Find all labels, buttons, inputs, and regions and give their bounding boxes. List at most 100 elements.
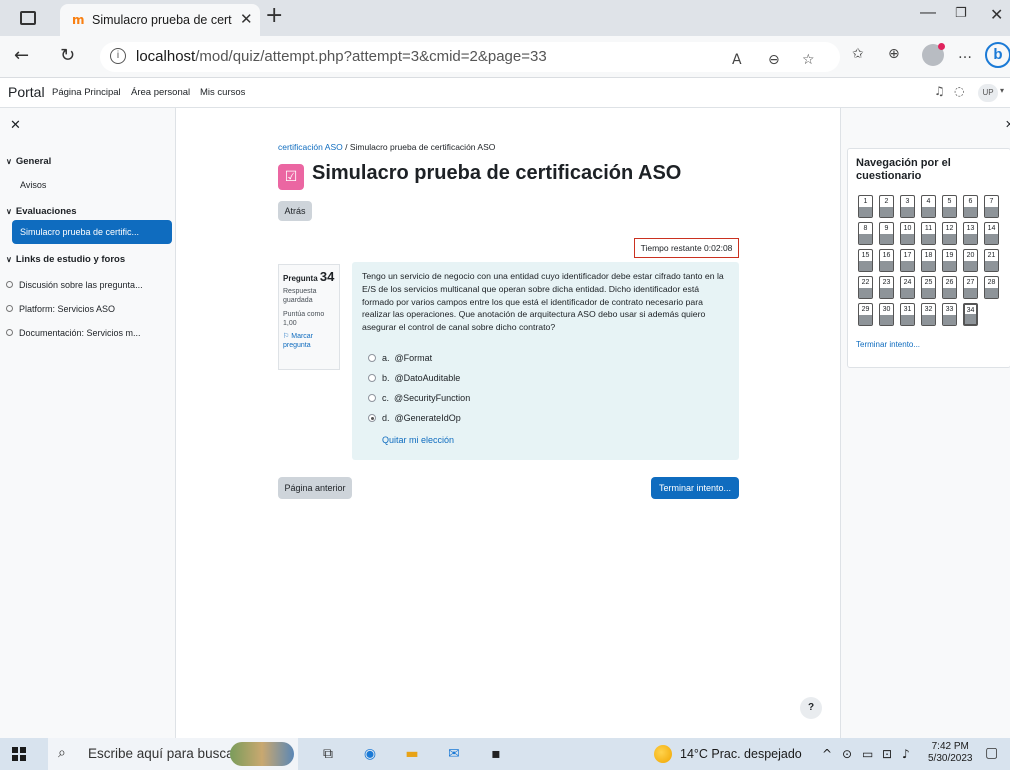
question-nav-button[interactable]: 2 [879,195,894,218]
question-nav-button[interactable]: 15 [858,249,873,272]
windows-start-icon[interactable] [12,747,26,761]
user-avatar[interactable]: UP [978,84,998,102]
question-nav-button[interactable]: 21 [984,249,999,272]
restore-icon[interactable]: ❐ [955,6,967,21]
question-nav-button[interactable]: 4 [921,195,936,218]
notifications-icon[interactable]: ♫ [934,84,945,98]
taskbar-search[interactable]: ⌕ Escribe aquí para buscar [48,738,298,770]
question-nav-button[interactable]: 23 [879,276,894,299]
task-view-icon[interactable]: ⧉ [318,745,338,763]
collections-icon[interactable]: ⊕ [888,46,900,62]
question-nav-button[interactable]: 29 [858,303,873,326]
file-explorer-icon[interactable]: ▬ [402,745,422,763]
info-icon[interactable]: i [110,48,126,64]
browser-tab[interactable]: m Simulacro prueba de certificación ✕ [60,4,260,36]
section-links[interactable]: ∨ Links de estudio y foros [6,254,125,265]
chevron-down-icon[interactable]: ▾ [1000,86,1004,95]
more-icon[interactable]: … [958,46,972,62]
site-brand[interactable]: Portal [8,84,45,100]
back-arrow-icon[interactable]: ← [14,45,29,66]
question-nav-button[interactable]: 28 [984,276,999,299]
close-icon[interactable]: ✕ [10,118,21,133]
weather-text[interactable]: 14°C Prac. despejado [680,747,802,761]
favorite-icon[interactable]: ☆ [802,52,815,68]
radio-button[interactable] [368,394,376,402]
question-nav-button[interactable]: 24 [900,276,915,299]
question-nav-button[interactable]: 33 [942,303,957,326]
answer-option-c[interactable]: c. @SecurityFunction [368,393,470,403]
messages-icon[interactable]: ◌ [954,84,964,98]
question-nav-button[interactable]: 20 [963,249,978,272]
nav-dashboard[interactable]: Área personal [131,87,190,98]
drawer-item-discusion[interactable]: Discusión sobre las pregunta... [6,280,143,290]
battery-icon[interactable]: ▭ [862,747,873,761]
question-nav-button[interactable]: 16 [879,249,894,272]
previous-page-button[interactable]: Página anterior [278,477,352,499]
question-nav-button[interactable]: 11 [921,222,936,245]
tab-actions-icon[interactable] [20,11,36,25]
question-nav-button[interactable]: 7 [984,195,999,218]
finish-attempt-button[interactable]: Terminar intento... [651,477,739,499]
radio-button[interactable] [368,354,376,362]
finish-attempt-link[interactable]: Terminar intento... [856,340,920,349]
flag-question-link[interactable]: ⚐ Marcar pregunta [283,332,335,350]
question-nav-button[interactable]: 10 [900,222,915,245]
question-nav-button[interactable]: 26 [942,276,957,299]
radio-button-selected[interactable] [368,414,376,422]
close-tab-icon[interactable]: ✕ [240,10,253,28]
nav-home[interactable]: Página Principal [52,87,121,98]
answer-option-a[interactable]: a. @Format [368,353,432,363]
read-aloud-icon[interactable]: A [732,52,742,68]
close-window-icon[interactable]: ✕ [990,5,1003,24]
tray-app-icon[interactable]: ⊙ [842,747,852,761]
question-nav-button[interactable]: 22 [858,276,873,299]
nav-my-courses[interactable]: Mis cursos [200,87,245,98]
question-nav-button[interactable]: 8 [858,222,873,245]
edge-icon[interactable]: ◉ [360,745,380,763]
question-nav-button[interactable]: 14 [984,222,999,245]
question-nav-button[interactable]: 9 [879,222,894,245]
question-nav-button[interactable]: 32 [921,303,936,326]
chevron-up-icon[interactable]: ^ [822,747,832,761]
answer-option-d[interactable]: d. @GenerateIdOp [368,413,461,423]
question-nav-button[interactable]: 3 [900,195,915,218]
question-nav-button[interactable]: 12 [942,222,957,245]
minimize-icon[interactable]: — [920,4,936,22]
question-nav-button[interactable]: 25 [921,276,936,299]
back-button[interactable]: Atrás [278,201,312,221]
section-general[interactable]: ∨ General [6,156,51,167]
notification-icon[interactable]: ▢ [985,745,998,761]
zoom-icon[interactable]: ⊖ [768,52,780,68]
question-nav-button[interactable]: 6 [963,195,978,218]
question-nav-button[interactable]: 18 [921,249,936,272]
answer-option-b[interactable]: b. @DatoAuditable [368,373,460,383]
question-nav-button[interactable]: 1 [858,195,873,218]
search-input[interactable]: Escribe aquí para buscar [88,746,238,761]
question-nav-button[interactable]: 5 [942,195,957,218]
refresh-icon[interactable]: ↻ [60,45,75,66]
drawer-item-documentacion[interactable]: Documentación: Servicios m... [6,328,141,338]
question-nav-button[interactable]: 13 [963,222,978,245]
drawer-item-platform[interactable]: Platform: Servicios ASO [6,304,115,314]
close-icon[interactable]: ✕ [1005,118,1010,131]
question-nav-button[interactable]: 34 [963,303,978,326]
volume-icon[interactable]: ♪ [902,747,910,761]
profile-icon[interactable] [922,43,945,66]
drawer-item-simulacro[interactable]: Simulacro prueba de certific... [12,220,172,244]
network-icon[interactable]: ⊡ [882,747,892,761]
clear-choice-link[interactable]: Quitar mi elección [382,435,454,445]
radio-button[interactable] [368,374,376,382]
terminal-icon[interactable]: ▪ [486,745,506,763]
url-text[interactable]: localhost/mod/quiz/attempt.php?attempt=3… [136,48,547,65]
question-nav-button[interactable]: 17 [900,249,915,272]
clock[interactable]: 7:42 PM 5/30/2023 [928,741,973,765]
favorites-bar-icon[interactable]: ✩ [852,46,864,62]
new-tab-icon[interactable]: + [265,3,283,28]
section-evaluaciones[interactable]: ∨ Evaluaciones [6,206,77,217]
question-nav-button[interactable]: 31 [900,303,915,326]
question-nav-button[interactable]: 19 [942,249,957,272]
help-button[interactable]: ? [800,697,822,719]
question-nav-button[interactable]: 27 [963,276,978,299]
weather-icon[interactable] [654,745,672,763]
drawer-item-avisos[interactable]: Avisos [20,180,46,190]
